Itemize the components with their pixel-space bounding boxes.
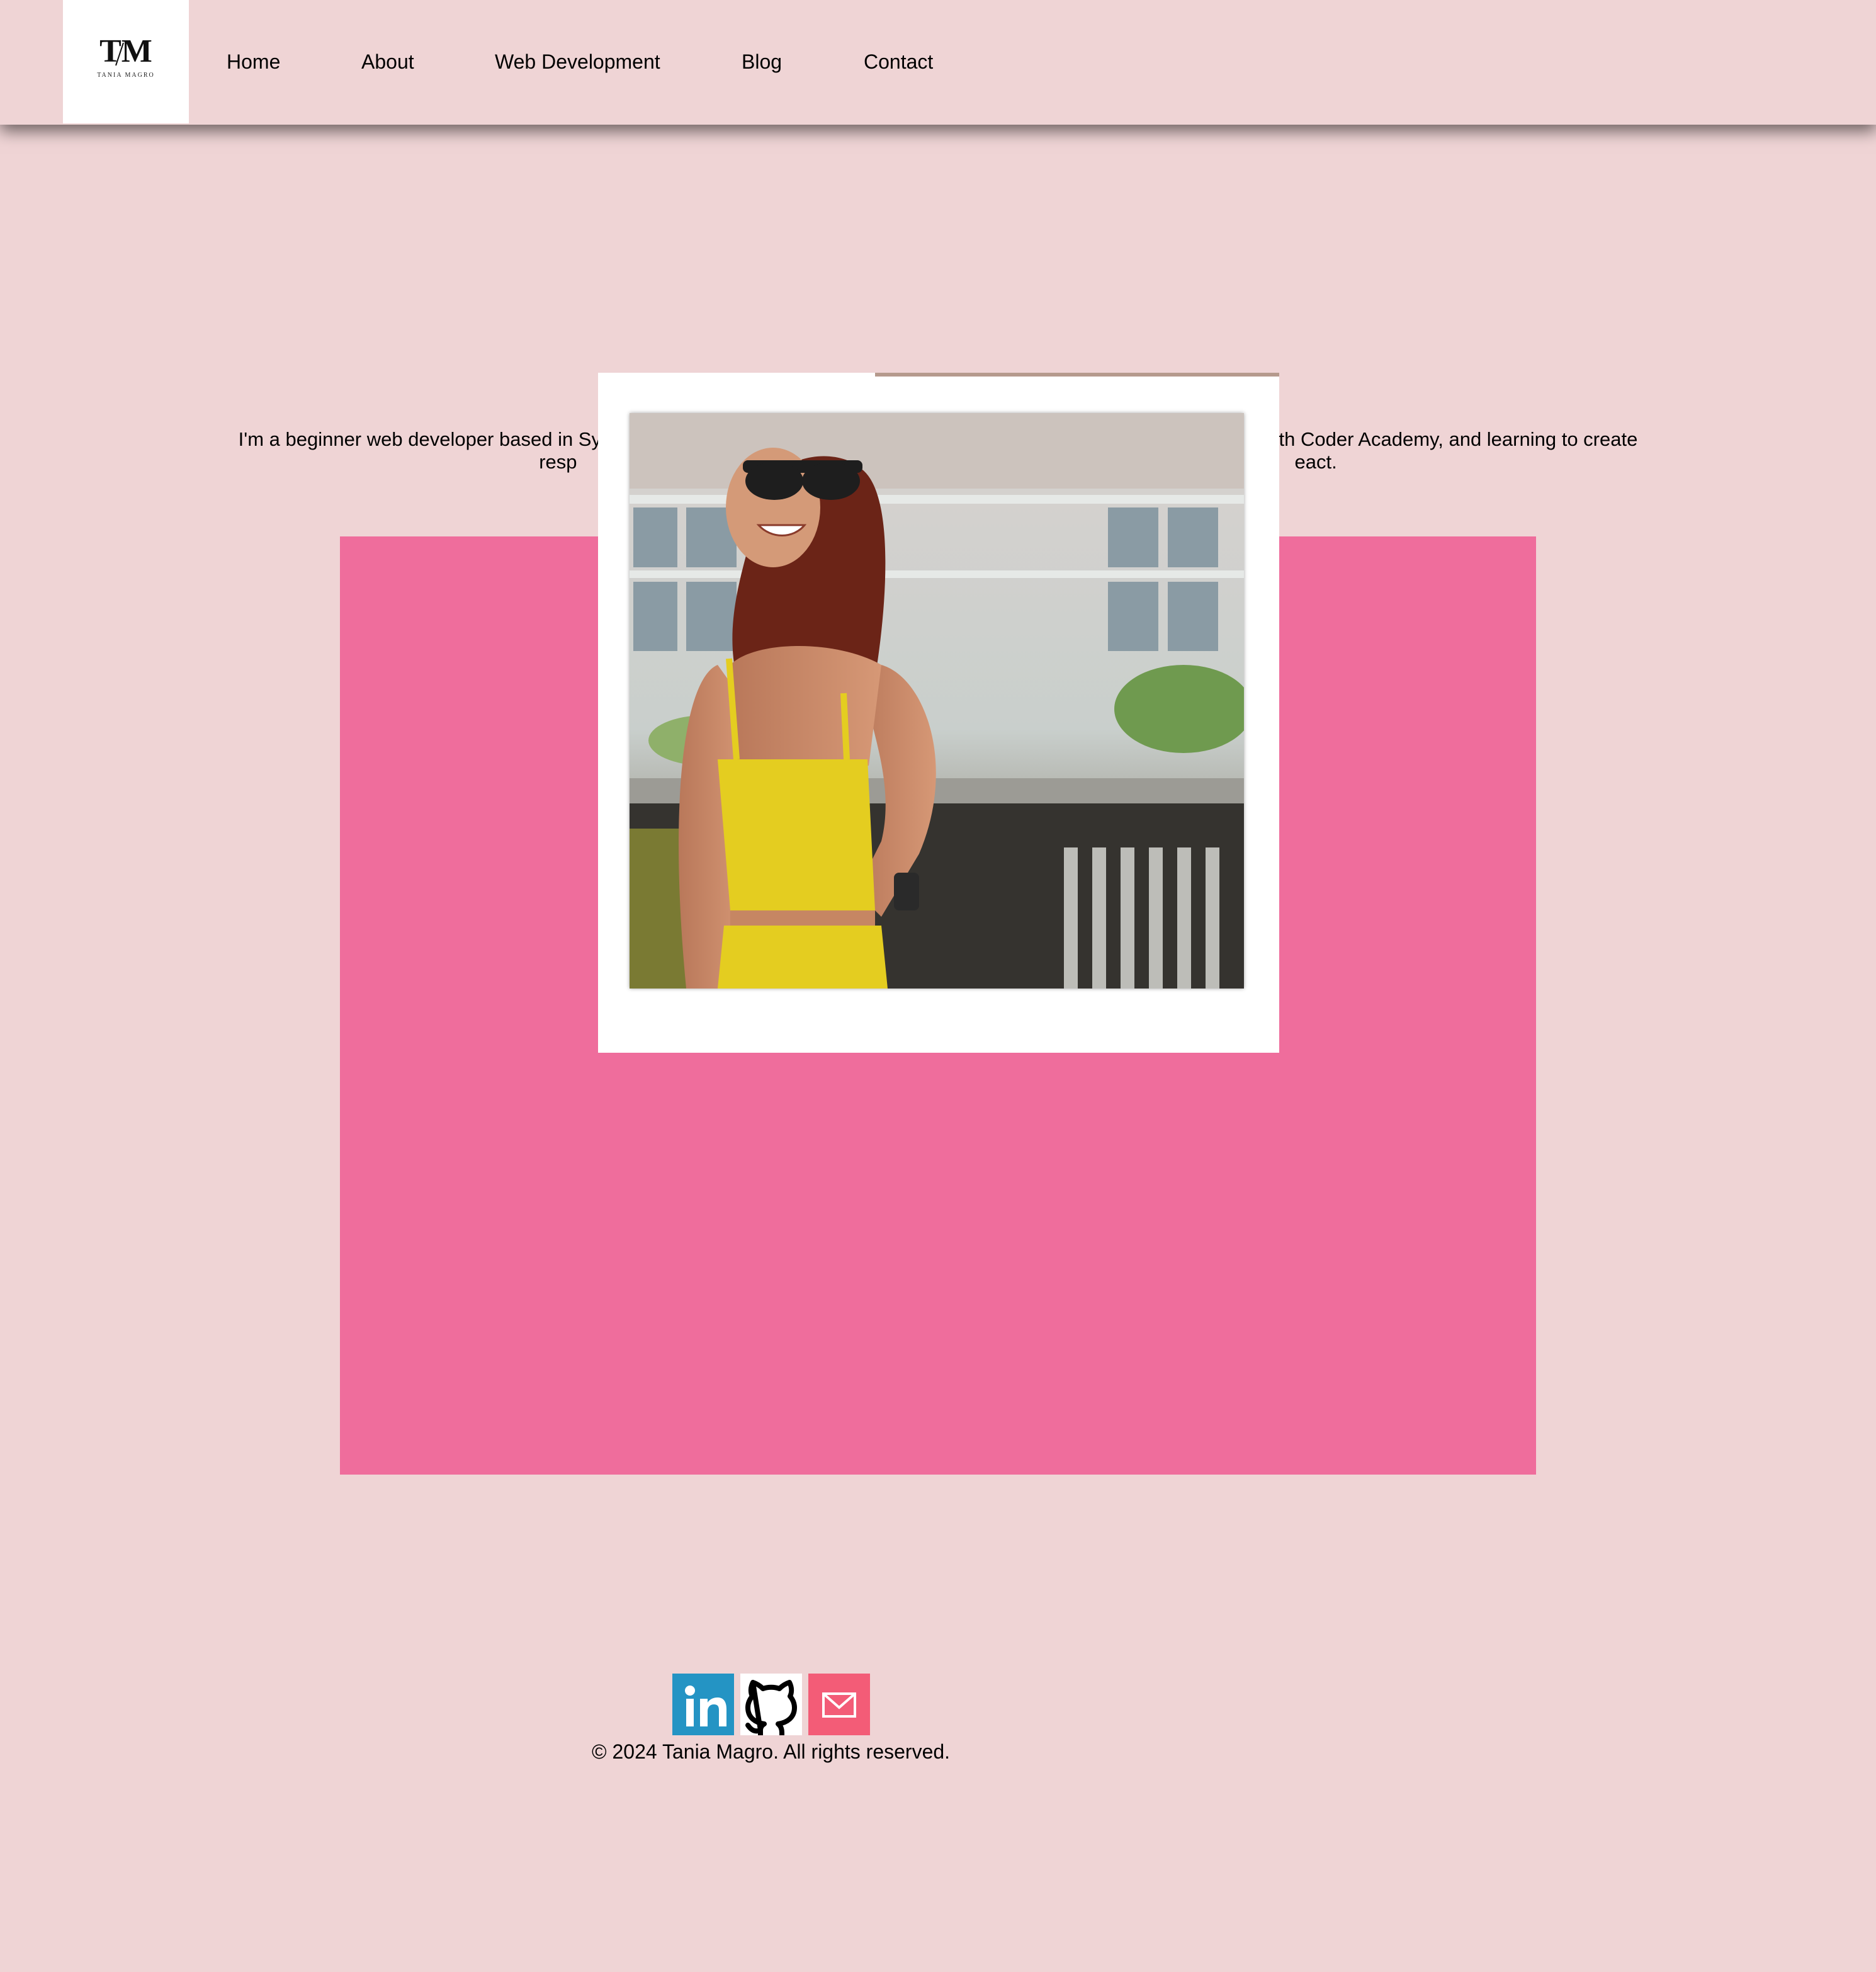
- intro-line-2-left: resp: [539, 451, 577, 473]
- site-header: TM TANIA MAGRO Home About Web Developmen…: [0, 0, 1876, 125]
- polaroid-frame: [598, 373, 1279, 1053]
- linkedin-icon[interactable]: [672, 1674, 734, 1735]
- logo-name: TANIA MAGRO: [97, 72, 154, 79]
- nav-blog[interactable]: Blog: [742, 47, 782, 77]
- nav-contact[interactable]: Contact: [864, 47, 933, 77]
- profile-photo: [630, 413, 1244, 989]
- copyright-text: © 2024 Tania Magro. All rights reserved.: [592, 1740, 951, 1763]
- tm-logo: TM TANIA MAGRO: [97, 33, 154, 79]
- page: TM TANIA MAGRO Home About Web Developmen…: [0, 0, 1876, 1972]
- mail-icon[interactable]: [808, 1674, 870, 1735]
- polaroid-edge: [875, 373, 1279, 377]
- intro-line-1-left: I'm a beginner web developer based in Sy…: [238, 428, 613, 450]
- nav-web-development[interactable]: Web Development: [495, 47, 660, 77]
- github-icon[interactable]: [740, 1674, 802, 1738]
- portrait-photo-icon: [630, 413, 1244, 989]
- logo-monogram: TM: [99, 33, 152, 69]
- nav-about[interactable]: About: [361, 47, 414, 77]
- intro-line-1-right: with Coder Academy, and learning to crea…: [1260, 428, 1638, 450]
- intro-line-2-right: eact.: [1294, 451, 1337, 473]
- nav-home[interactable]: Home: [227, 47, 280, 77]
- logo-link[interactable]: TM TANIA MAGRO: [63, 0, 189, 123]
